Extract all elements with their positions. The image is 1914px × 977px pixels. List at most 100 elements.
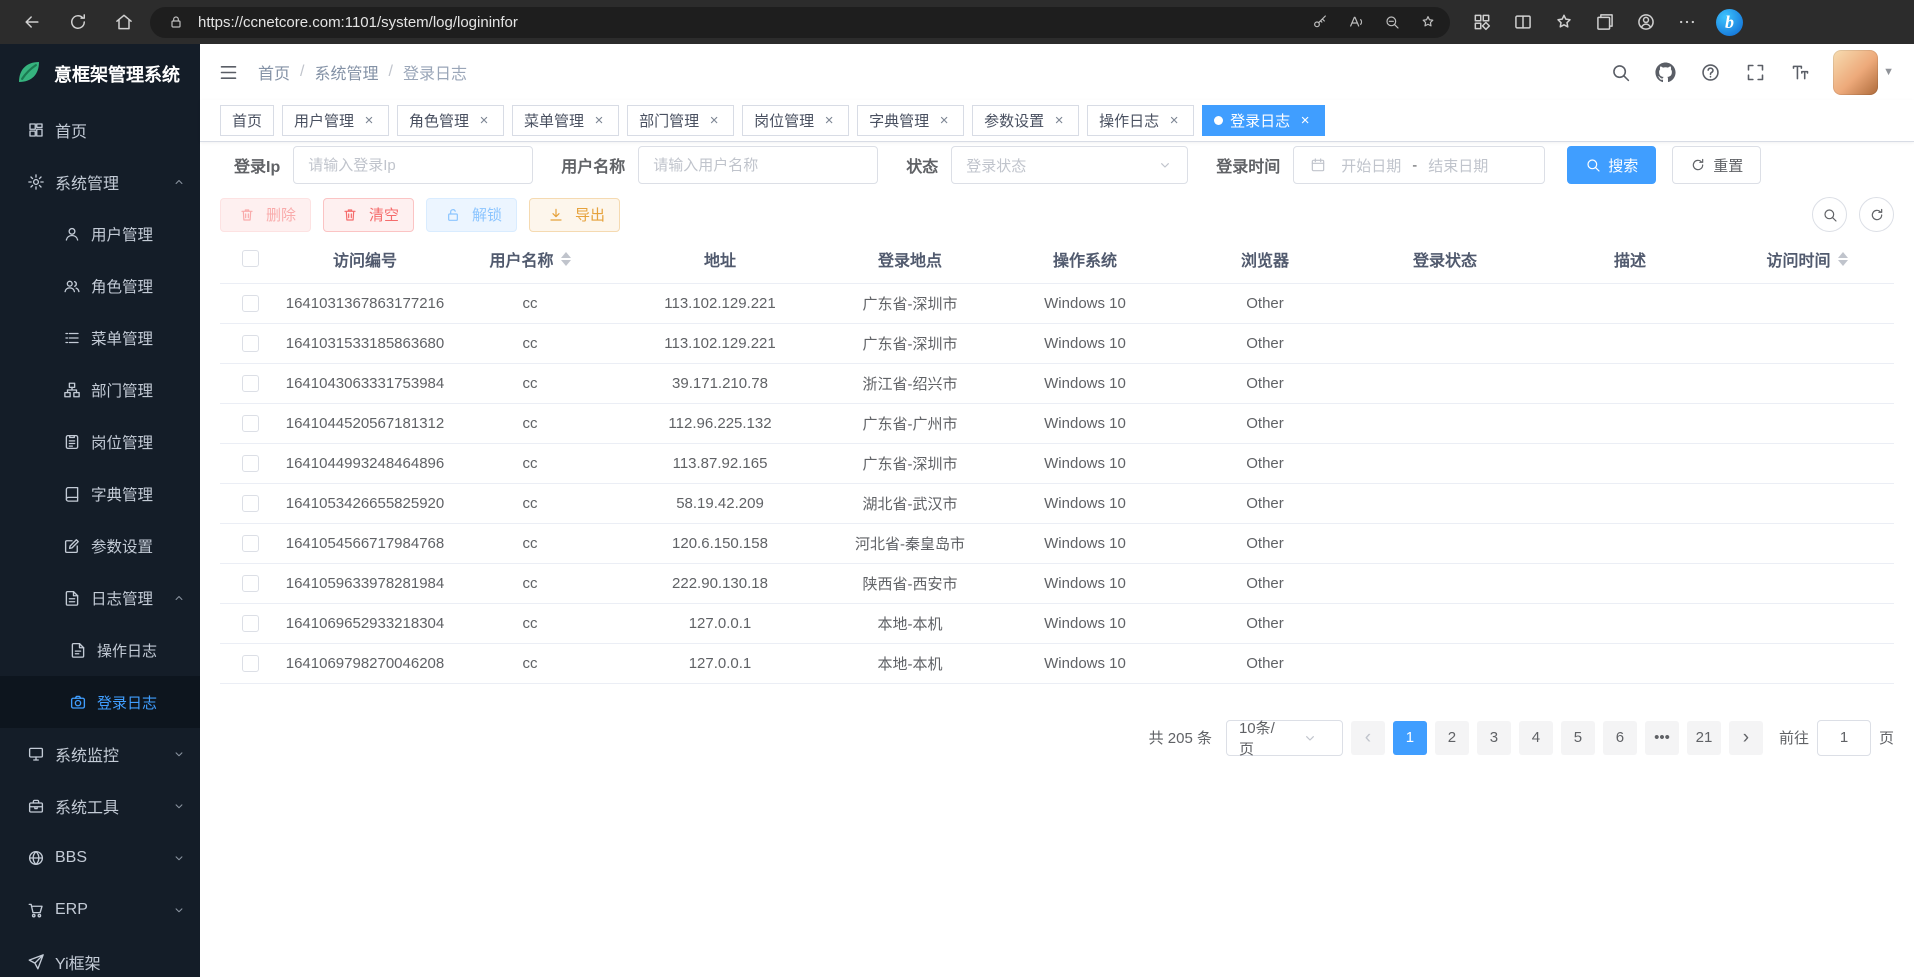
sidebar-item-dict[interactable]: 字典管理 bbox=[0, 468, 200, 520]
page-button-6[interactable]: 6 bbox=[1603, 721, 1637, 755]
tab-dict[interactable]: 字典管理× bbox=[857, 105, 964, 136]
page-button-1[interactable]: 1 bbox=[1393, 721, 1427, 755]
sidebar-item-param[interactable]: 参数设置 bbox=[0, 520, 200, 572]
sidebar-item-tool[interactable]: 系统工具 bbox=[0, 780, 200, 832]
search-icon[interactable] bbox=[1608, 60, 1632, 84]
refresh-table-button[interactable] bbox=[1859, 197, 1894, 232]
sidebar-item-operlog[interactable]: 操作日志 bbox=[0, 624, 200, 676]
sidebar-item-log[interactable]: 日志管理 bbox=[0, 572, 200, 624]
tab-close-icon[interactable]: × bbox=[821, 113, 837, 129]
page-button-2[interactable]: 2 bbox=[1435, 721, 1469, 755]
sort-icon[interactable] bbox=[1838, 252, 1848, 266]
table-row[interactable]: 1641059633978281984cc222.90.130.18陕西省-西安… bbox=[220, 563, 1894, 603]
tab-close-icon[interactable]: × bbox=[1051, 113, 1067, 129]
tab-close-icon[interactable]: × bbox=[706, 113, 722, 129]
row-checkbox[interactable] bbox=[242, 535, 259, 552]
select-all-checkbox[interactable] bbox=[242, 250, 259, 267]
sidebar-item-loginlog[interactable]: 登录日志 bbox=[0, 676, 200, 728]
delete-button[interactable]: 删除 bbox=[220, 198, 311, 232]
unlock-button[interactable]: 解锁 bbox=[426, 198, 517, 232]
sidebar-item-erp[interactable]: ERP bbox=[0, 884, 200, 936]
login-ip-input[interactable] bbox=[293, 146, 533, 184]
page-button-3[interactable]: 3 bbox=[1477, 721, 1511, 755]
table-row[interactable]: 1641054566717984768cc120.6.150.158河北省-秦皇… bbox=[220, 523, 1894, 563]
sidebar-toggle-icon[interactable] bbox=[216, 60, 240, 84]
back-button[interactable] bbox=[20, 10, 44, 34]
table-row[interactable]: 1641031533185863680cc113.102.129.221广东省-… bbox=[220, 323, 1894, 363]
row-checkbox[interactable] bbox=[242, 655, 259, 672]
tab-role[interactable]: 角色管理× bbox=[397, 105, 504, 136]
page-size-select[interactable]: 10条/页 bbox=[1226, 720, 1343, 756]
tab-close-icon[interactable]: × bbox=[476, 113, 492, 129]
help-icon[interactable] bbox=[1698, 60, 1722, 84]
prev-page-button[interactable]: ‹ bbox=[1351, 721, 1385, 755]
tab-post[interactable]: 岗位管理× bbox=[742, 105, 849, 136]
row-checkbox[interactable] bbox=[242, 455, 259, 472]
sidebar-item-bbs[interactable]: BBS bbox=[0, 832, 200, 884]
sidebar-item-monitor[interactable]: 系统监控 bbox=[0, 728, 200, 780]
bing-icon[interactable]: b bbox=[1716, 9, 1743, 36]
row-checkbox[interactable] bbox=[242, 495, 259, 512]
tab-loginlog[interactable]: 登录日志× bbox=[1202, 105, 1325, 136]
favorites-icon[interactable] bbox=[1552, 10, 1576, 34]
more-options-icon[interactable] bbox=[1675, 10, 1699, 34]
refresh-button[interactable] bbox=[66, 10, 90, 34]
sidebar-item-user[interactable]: 用户管理 bbox=[0, 208, 200, 260]
toggle-search-button[interactable] bbox=[1812, 197, 1847, 232]
page-button-21[interactable]: 21 bbox=[1687, 721, 1721, 755]
add-favorite-icon[interactable] bbox=[1416, 10, 1440, 34]
tab-close-icon[interactable]: × bbox=[1166, 113, 1182, 129]
tab-menu[interactable]: 菜单管理× bbox=[512, 105, 619, 136]
tab-operlog[interactable]: 操作日志× bbox=[1087, 105, 1194, 136]
clear-button[interactable]: 清空 bbox=[323, 198, 414, 232]
fullscreen-icon[interactable] bbox=[1743, 60, 1767, 84]
table-row[interactable]: 1641043063331753984cc39.171.210.78浙江省-绍兴… bbox=[220, 363, 1894, 403]
tab-close-icon[interactable]: × bbox=[936, 113, 952, 129]
tab-user[interactable]: 用户管理× bbox=[282, 105, 389, 136]
next-page-button[interactable]: › bbox=[1729, 721, 1763, 755]
row-checkbox[interactable] bbox=[242, 295, 259, 312]
column-header[interactable]: 访问时间 bbox=[1720, 235, 1894, 283]
table-row[interactable]: 1641069798270046208cc127.0.0.1本地-本机Windo… bbox=[220, 643, 1894, 683]
export-button[interactable]: 导出 bbox=[529, 198, 620, 232]
goto-page-input[interactable] bbox=[1817, 720, 1871, 756]
sidebar-item-dept[interactable]: 部门管理 bbox=[0, 364, 200, 416]
user-avatar[interactable]: ▼ bbox=[1833, 50, 1894, 95]
zoom-out-icon[interactable] bbox=[1380, 10, 1404, 34]
tab-close-icon[interactable]: × bbox=[1297, 113, 1313, 129]
row-checkbox[interactable] bbox=[242, 335, 259, 352]
app-logo[interactable]: 意框架管理系统 bbox=[0, 44, 200, 104]
sidebar-item-system[interactable]: 系统管理 bbox=[0, 156, 200, 208]
page-ellipsis[interactable]: ••• bbox=[1645, 721, 1679, 755]
tab-param[interactable]: 参数设置× bbox=[972, 105, 1079, 136]
tab-close-icon[interactable]: × bbox=[591, 113, 607, 129]
sidebar-item-role[interactable]: 角色管理 bbox=[0, 260, 200, 312]
sort-icon[interactable] bbox=[561, 252, 571, 266]
browser-profile-icon[interactable] bbox=[1634, 10, 1658, 34]
sidebar-item-home[interactable]: 首页 bbox=[0, 104, 200, 156]
read-aloud-icon[interactable] bbox=[1344, 10, 1368, 34]
font-size-icon[interactable] bbox=[1788, 60, 1812, 84]
page-button-4[interactable]: 4 bbox=[1519, 721, 1553, 755]
row-checkbox[interactable] bbox=[242, 575, 259, 592]
table-row[interactable]: 1641044993248464896cc113.87.92.165广东省-深圳… bbox=[220, 443, 1894, 483]
column-header[interactable]: 用户名称 bbox=[450, 235, 610, 283]
page-button-5[interactable]: 5 bbox=[1561, 721, 1595, 755]
collections-icon[interactable] bbox=[1593, 10, 1617, 34]
search-button[interactable]: 搜索 bbox=[1567, 146, 1656, 184]
tab-close-icon[interactable]: × bbox=[361, 113, 377, 129]
sidebar-item-menu[interactable]: 菜单管理 bbox=[0, 312, 200, 364]
split-screen-icon[interactable] bbox=[1511, 10, 1535, 34]
row-checkbox[interactable] bbox=[242, 375, 259, 392]
sidebar-item-yi[interactable]: Yi框架 bbox=[0, 936, 200, 977]
github-icon[interactable] bbox=[1653, 60, 1677, 84]
tab-home[interactable]: 首页 bbox=[220, 105, 274, 136]
reset-button[interactable]: 重置 bbox=[1672, 146, 1761, 184]
row-checkbox[interactable] bbox=[242, 415, 259, 432]
row-checkbox[interactable] bbox=[242, 615, 259, 632]
password-key-icon[interactable] bbox=[1308, 10, 1332, 34]
breadcrumb-home[interactable]: 首页 bbox=[258, 60, 290, 84]
table-row[interactable]: 1641031367863177216cc113.102.129.221广东省-… bbox=[220, 283, 1894, 323]
tab-dept[interactable]: 部门管理× bbox=[627, 105, 734, 136]
address-bar[interactable]: https://ccnetcore.com:1101/system/log/lo… bbox=[150, 7, 1450, 38]
